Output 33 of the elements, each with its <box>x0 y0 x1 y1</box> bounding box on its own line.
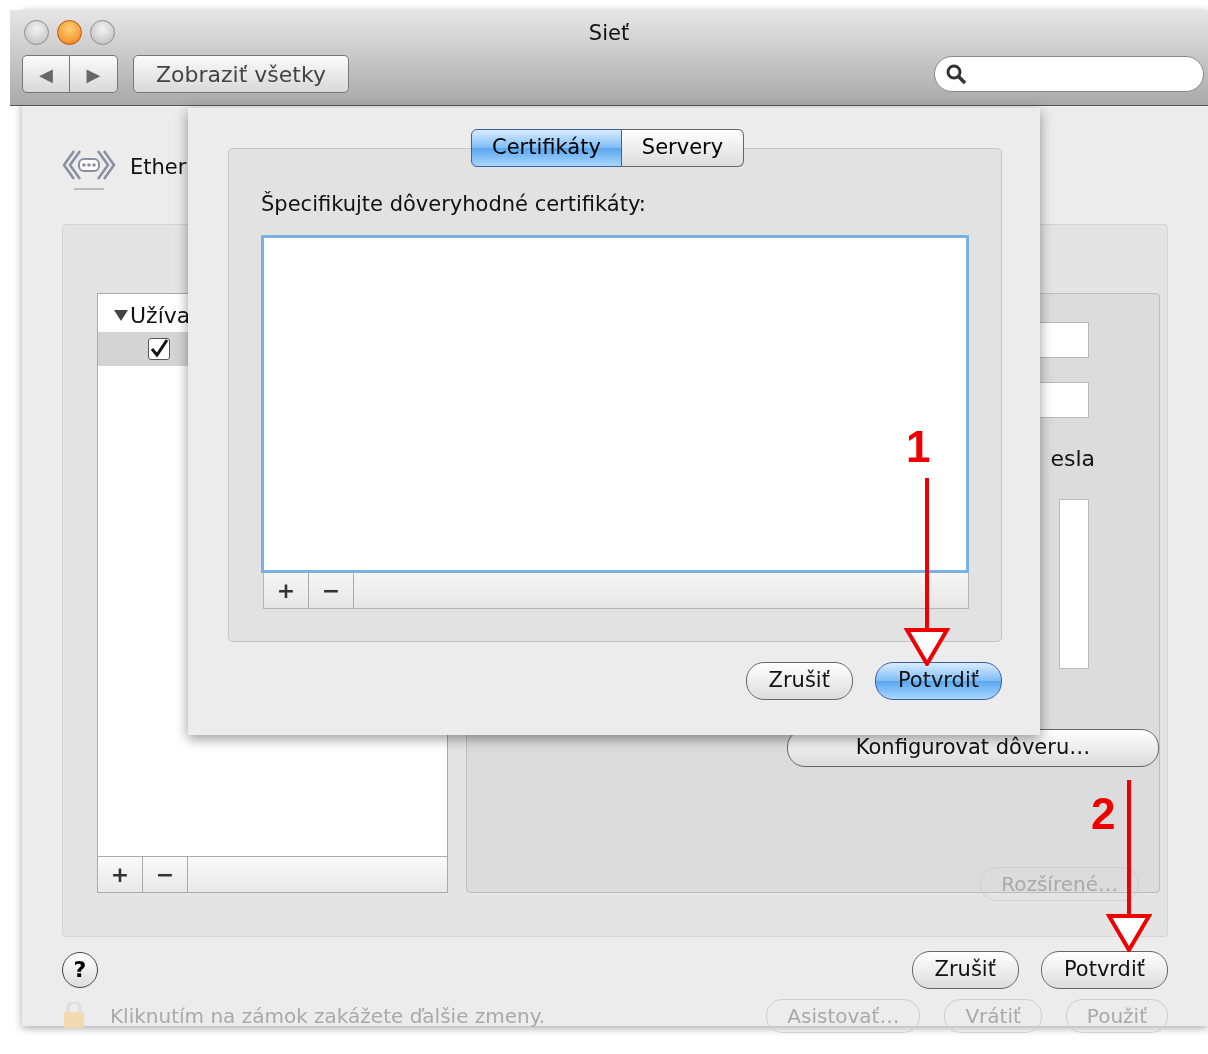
close-button[interactable] <box>24 20 49 45</box>
segment-tab[interactable]: Certifikáty <box>471 129 622 167</box>
tree-row[interactable]: Užíva <box>98 298 447 332</box>
lock-icon[interactable] <box>62 1002 86 1030</box>
checkbox[interactable] <box>148 338 170 360</box>
confirm-button[interactable]: Potvrdiť <box>874 662 1002 700</box>
add-button[interactable]: + <box>264 572 309 608</box>
lock-hint-text: Kliknutím na zámok zakážete ďalšie zmeny. <box>110 1003 547 1030</box>
step-number: 2 <box>1091 792 1116 836</box>
remove-button[interactable]: − <box>143 857 188 892</box>
zoom-button[interactable] <box>90 20 115 45</box>
group-label: Užíva <box>130 301 191 330</box>
certificate-list[interactable] <box>261 234 969 573</box>
search-field[interactable] <box>934 56 1204 92</box>
add-button[interactable]: + <box>98 857 143 892</box>
step-number: 1 <box>906 425 931 469</box>
back-button[interactable]: ◀ <box>22 55 70 93</box>
service-name: Ether <box>130 154 187 182</box>
search-icon <box>945 63 967 85</box>
confirm-button[interactable]: Potvrdiť <box>1040 951 1168 989</box>
scroll-bar[interactable] <box>1059 499 1089 669</box>
remove-button[interactable]: − <box>309 572 354 608</box>
window-title: Sieť <box>588 20 630 47</box>
cancel-button[interactable]: Zrušiť <box>911 951 1019 989</box>
minimize-button[interactable] <box>57 20 82 45</box>
certificates-label: Špecifikujte dôveryhodné certifikáty: <box>261 190 647 218</box>
disclosure-triangle-icon[interactable] <box>112 307 130 323</box>
help-button[interactable]: ? <box>62 952 98 988</box>
option-label: esla <box>1050 445 1095 473</box>
forward-button[interactable]: ▶ <box>70 55 118 93</box>
segment-tab[interactable]: Servery <box>621 129 745 167</box>
cancel-button[interactable]: Zrušiť <box>745 662 853 700</box>
show-all-button[interactable]: Zobraziť všetky <box>133 55 349 93</box>
